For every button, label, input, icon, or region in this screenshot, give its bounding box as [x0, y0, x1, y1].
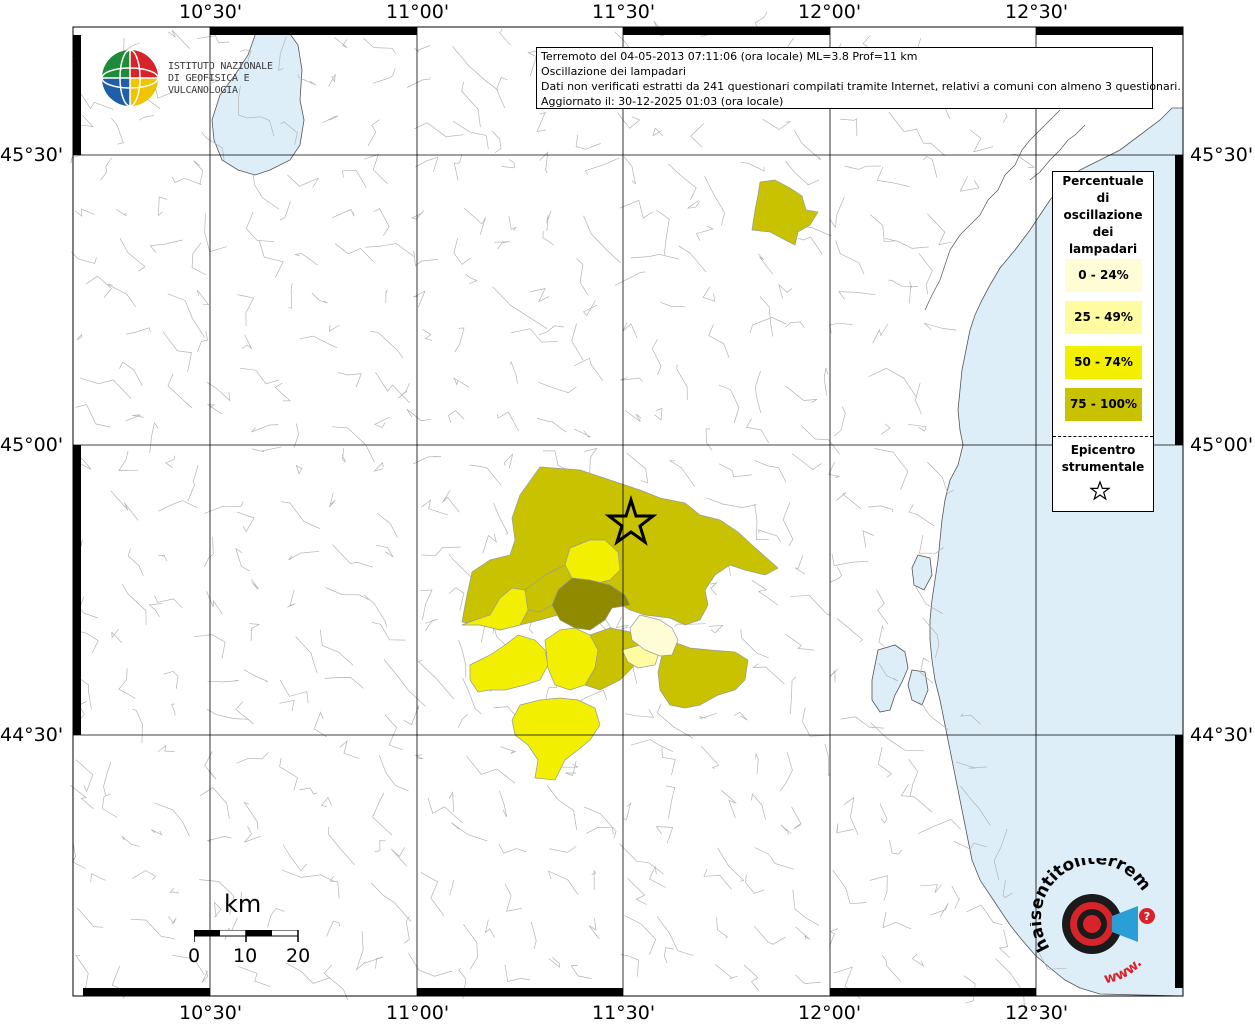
legend-title: Percentuale di oscillazione dei lampadar…: [1062, 174, 1144, 256]
map-area: [69, 11, 1184, 1011]
scale-unit: km: [224, 890, 262, 918]
lon-label-bottom-3: 11°30': [592, 1002, 656, 1024]
lat-label-left-3: 44°30': [0, 724, 64, 746]
map-subject: Oscillazione dei lampadari: [541, 65, 686, 78]
target-icon: [1062, 894, 1138, 954]
lon-label-bottom-1: 10°30': [179, 1002, 243, 1024]
update-time: Aggiornato il: 30-12-2025 01:03 (ora loc…: [541, 95, 784, 108]
legend-class-1: 25 - 49%: [1065, 301, 1142, 334]
haisentitoilterremoto-logo: haisentitoilterremoto.it www. ?: [1030, 858, 1155, 987]
legend-star-icon: [1089, 480, 1111, 501]
brand-www: www.: [1103, 955, 1146, 987]
lat-label-left-1: 45°30': [0, 144, 64, 166]
svg-text:www.: www.: [1103, 955, 1146, 987]
event-info-box: Terremoto del 04-05-2013 07:11:06 (ora l…: [536, 47, 1181, 109]
lon-label-top-2: 11°00': [386, 1, 450, 23]
legend: Percentuale di oscillazione dei lampadar…: [1052, 171, 1154, 512]
lon-label-top-3: 11°30': [592, 1, 656, 23]
scale-label-20: 20: [286, 945, 311, 967]
legend-class-2: 50 - 74%: [1065, 346, 1142, 379]
scale-label-10: 10: [233, 945, 258, 967]
lon-label-bottom-2: 11°00': [386, 1002, 450, 1024]
ingv-logo: ISTITUTO NAZIONALE DI GEOFISICA E VULCAN…: [100, 47, 310, 109]
legend-separator: [1053, 436, 1153, 437]
legend-class-0: 0 - 24%: [1065, 259, 1142, 292]
svg-text:?: ?: [1144, 910, 1150, 923]
lon-label-bottom-4: 12°00': [798, 1002, 862, 1024]
event-title: Terremoto del 04-05-2013 07:11:06 (ora l…: [541, 50, 918, 63]
ingv-name: ISTITUTO NAZIONALE DI GEOFISICA E VULCAN…: [168, 61, 273, 96]
scale-label-0: 0: [188, 945, 201, 967]
ingv-globe-icon: [101, 49, 159, 107]
lon-label-top-5: 12°30': [1005, 1, 1069, 23]
data-note: Dati non verificati estratti da 241 ques…: [541, 80, 1181, 93]
scale-bar: km 0 10 20: [186, 890, 326, 970]
scale-bar-graphic: [194, 930, 299, 942]
lat-label-right-2: 45°00': [1190, 434, 1254, 456]
lat-label-right-3: 44°30': [1190, 724, 1254, 746]
lat-label-left-2: 45°00': [0, 434, 64, 456]
lon-label-bottom-5: 12°30': [1005, 1002, 1069, 1024]
legend-class-3: 75 - 100%: [1065, 388, 1142, 421]
lat-label-right-1: 45°30': [1190, 144, 1254, 166]
lon-label-top-4: 12°00': [798, 1, 862, 23]
legend-epicenter-label: Epicentro strumentale: [1061, 443, 1145, 474]
lon-label-top-1: 10°30': [179, 1, 243, 23]
